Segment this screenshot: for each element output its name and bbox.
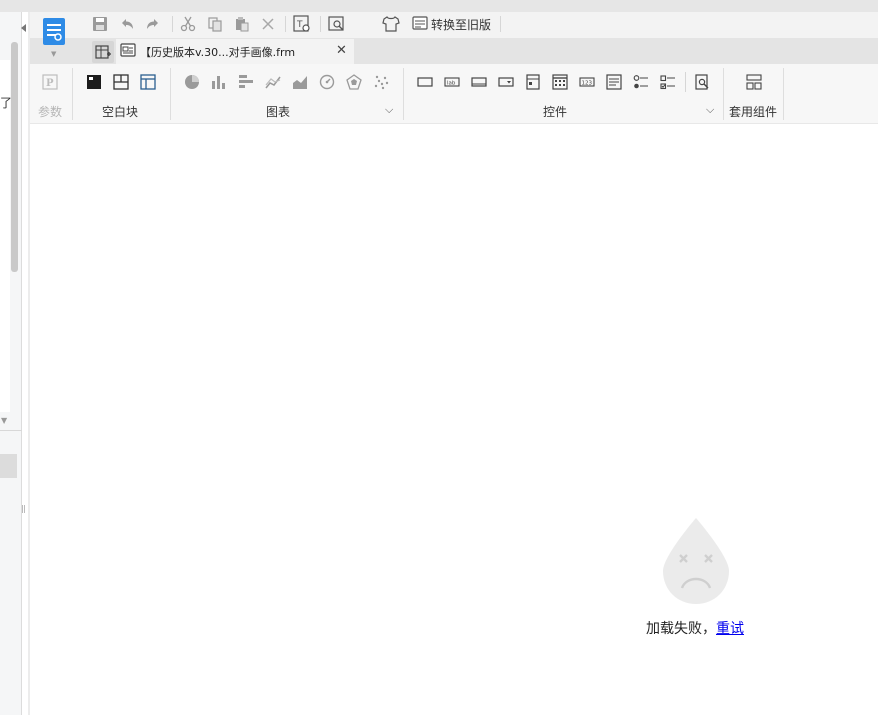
ribbon-group-separator — [72, 68, 73, 120]
dropdown-widget-icon[interactable] — [496, 72, 516, 92]
left-panel-divider — [0, 430, 22, 431]
left-panel-chevron-icon[interactable]: ▼ — [1, 416, 7, 425]
convert-version-icon — [412, 15, 428, 34]
new-form-tab-icon[interactable] — [92, 41, 114, 63]
calendar-widget-icon[interactable] — [550, 72, 570, 92]
logo-dropdown-caret-icon[interactable]: ▼ — [51, 50, 56, 58]
blank-block-group-label: 空白块 — [102, 105, 139, 119]
component-group-label: 套用组件 — [729, 105, 778, 119]
toolbar-separator — [500, 16, 501, 32]
tab-label: 【历史版本v.30...对手画像.frm — [140, 45, 296, 59]
toolbar-separator — [285, 16, 286, 32]
load-failed-message: 加载失败，重试 — [646, 618, 744, 638]
redo-icon[interactable] — [143, 14, 163, 34]
radio-group-widget-icon[interactable] — [631, 72, 651, 92]
ribbon-group-separator — [403, 68, 404, 120]
cut-icon[interactable] — [178, 14, 198, 34]
svg-text:P: P — [46, 78, 54, 89]
parameter-icon: P — [40, 72, 60, 92]
tab-close-icon[interactable]: ✕ — [336, 43, 347, 58]
toolbar-separator — [320, 16, 321, 32]
area-chart-icon[interactable] — [290, 72, 310, 92]
date-widget-icon[interactable] — [523, 72, 543, 92]
horizontal-bar-chart-icon[interactable] — [236, 72, 256, 92]
left-panel-selected-item[interactable] — [0, 454, 17, 478]
svg-text:123: 123 — [582, 81, 593, 87]
convert-to-old-version-button[interactable]: 转换至旧版 — [412, 14, 491, 34]
svg-text:T: T — [296, 20, 303, 30]
app-logo-icon[interactable] — [43, 18, 65, 45]
ribbon-group-separator — [783, 68, 784, 120]
undo-icon[interactable] — [117, 14, 137, 34]
load-failed-sad-drop-icon — [662, 516, 730, 606]
svg-text:lab: lab — [447, 81, 456, 87]
form-file-icon — [120, 42, 136, 61]
widget-group-expand-chevron-icon[interactable]: ⌵ — [706, 103, 714, 117]
layout-block-icon[interactable] — [138, 72, 158, 92]
chart-group-label: 图表 — [266, 105, 291, 119]
button-widget-icon[interactable] — [469, 72, 489, 92]
theme-shirt-icon[interactable] — [381, 14, 401, 34]
convert-version-label: 转换至旧版 — [431, 17, 492, 32]
load-failed-text: 加载失败， — [646, 621, 716, 637]
absolute-block-icon[interactable] — [84, 72, 104, 92]
bar-chart-icon[interactable] — [209, 72, 229, 92]
param-group-label: 参数 — [38, 105, 63, 119]
number-widget-icon[interactable]: 123 — [577, 72, 597, 92]
search-widget-icon[interactable] — [692, 72, 712, 92]
text-box-widget-icon[interactable] — [415, 72, 435, 92]
ribbon-separator — [685, 72, 686, 92]
widget-group-label: 控件 — [543, 105, 568, 119]
left-side-panel: 了 ▼ — [0, 12, 22, 715]
copy-icon[interactable] — [205, 14, 225, 34]
left-panel-scrollbar[interactable] — [11, 42, 18, 272]
text-area-widget-icon[interactable] — [604, 72, 624, 92]
template-preview-icon[interactable]: T — [292, 14, 312, 34]
search-preview-icon[interactable] — [327, 14, 347, 34]
window-top-strip — [0, 0, 878, 12]
design-canvas — [30, 125, 878, 715]
tab-block-icon[interactable] — [111, 72, 131, 92]
ribbon-group-separator — [723, 68, 724, 120]
gauge-chart-icon[interactable] — [317, 72, 337, 92]
collapse-left-arrow-icon[interactable] — [21, 24, 26, 32]
retry-link[interactable]: 重试 — [716, 621, 744, 637]
radar-chart-icon[interactable] — [344, 72, 364, 92]
paste-icon[interactable] — [232, 14, 252, 34]
toolbar-separator — [172, 16, 173, 32]
pie-chart-icon[interactable] — [182, 72, 202, 92]
chart-group-expand-chevron-icon[interactable]: ⌵ — [385, 103, 393, 117]
tab-history-version[interactable]: 【历史版本v.30...对手画像.frm — [116, 39, 354, 64]
label-widget-icon[interactable]: lab — [442, 72, 462, 92]
delete-icon[interactable] — [258, 14, 278, 34]
checkbox-group-widget-icon[interactable] — [658, 72, 678, 92]
save-icon[interactable] — [90, 14, 110, 34]
component-layout-icon[interactable] — [744, 72, 764, 92]
panel-resize-grip[interactable] — [22, 505, 25, 513]
left-panel-content-area — [0, 60, 10, 412]
scatter-chart-icon[interactable] — [371, 72, 391, 92]
line-chart-icon[interactable] — [263, 72, 283, 92]
ribbon-group-separator — [170, 68, 171, 120]
